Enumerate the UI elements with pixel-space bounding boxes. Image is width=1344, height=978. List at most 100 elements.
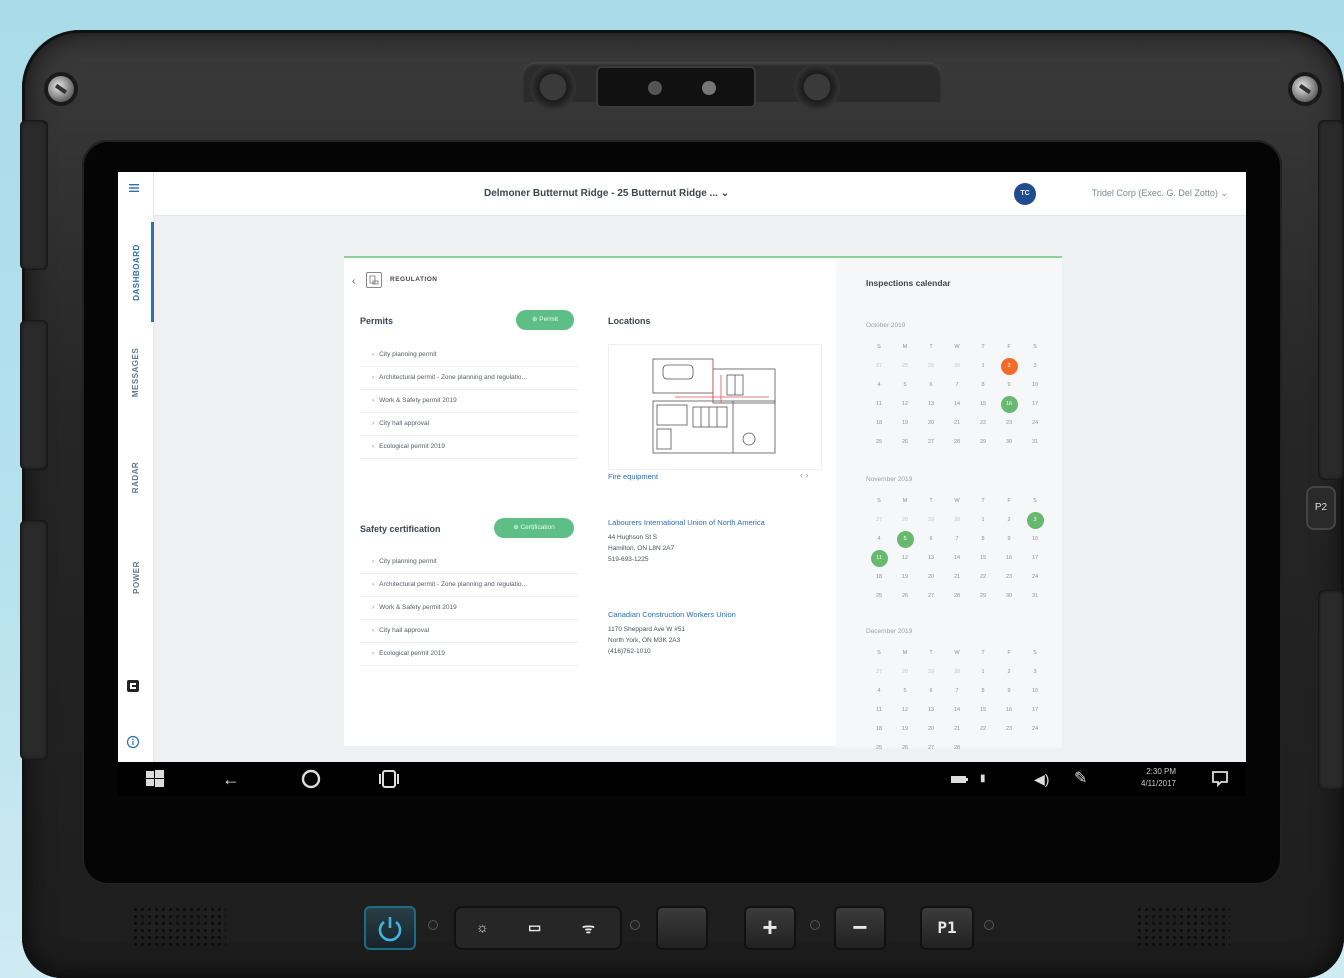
- calendar-day[interactable]: 29: [918, 357, 944, 376]
- calendar-day[interactable]: 29: [918, 511, 944, 530]
- pager-arrows-icon[interactable]: ‹ ›: [800, 470, 809, 480]
- calendar-day[interactable]: 3: [1022, 663, 1048, 682]
- tab-messages[interactable]: MESSAGES: [118, 332, 154, 412]
- calendar-day[interactable]: 5: [892, 682, 918, 701]
- calendar-day-inspection[interactable]: 5: [892, 530, 918, 549]
- help-icon[interactable]: [126, 735, 140, 749]
- home-button[interactable]: [656, 906, 708, 950]
- calendar-day[interactable]: 14: [944, 395, 970, 414]
- calendar-day[interactable]: 29: [970, 587, 996, 606]
- calendar-day[interactable]: 21: [944, 568, 970, 587]
- contact-link[interactable]: Canadian Construction Workers Union: [608, 610, 736, 619]
- list-item[interactable]: › City planning permit: [360, 344, 578, 367]
- volume-down-button[interactable]: −: [834, 906, 886, 950]
- calendar-day[interactable]: 7: [944, 530, 970, 549]
- calendar-day[interactable]: 1: [970, 357, 996, 376]
- calendar-day[interactable]: 6: [918, 376, 944, 395]
- network-icon[interactable]: ▮: [980, 768, 986, 790]
- calendar-day[interactable]: 10: [1022, 530, 1048, 549]
- calendar-day[interactable]: 30: [944, 511, 970, 530]
- org-selector[interactable]: Tridel Corp (Exec. G. Del Zotto) ⌄: [1092, 188, 1228, 199]
- calendar-day[interactable]: 28: [892, 663, 918, 682]
- list-item[interactable]: › Architectural permit - Zone planning an…: [360, 574, 578, 597]
- calendar-day[interactable]: 24: [1022, 720, 1048, 739]
- calendar-day[interactable]: 2: [996, 511, 1022, 530]
- p2-button[interactable]: P2: [1306, 486, 1336, 530]
- calendar-day[interactable]: 27: [866, 511, 892, 530]
- calendar-day[interactable]: 23: [996, 720, 1022, 739]
- calendar-day[interactable]: 28: [944, 739, 970, 758]
- calendar-day[interactable]: 30: [996, 433, 1022, 452]
- menu-icon[interactable]: [128, 182, 140, 197]
- calendar-day[interactable]: 29: [918, 663, 944, 682]
- calendar-day[interactable]: 25: [866, 739, 892, 758]
- calendar-day[interactable]: 17: [1022, 549, 1048, 568]
- calendar-day[interactable]: 7: [944, 376, 970, 395]
- calendar-day[interactable]: 22: [970, 720, 996, 739]
- calendar-day[interactable]: 4: [866, 530, 892, 549]
- back-icon[interactable]: ‹: [352, 276, 355, 287]
- calendar-day[interactable]: 11: [866, 395, 892, 414]
- calendar-day[interactable]: 20: [918, 414, 944, 433]
- calendar-day[interactable]: 11: [866, 701, 892, 720]
- add-permit-button[interactable]: ⊕ Permit: [516, 310, 574, 330]
- plan-caption-link[interactable]: Fire equipment: [608, 472, 658, 481]
- calendar-day[interactable]: 17: [1022, 701, 1048, 720]
- calendar-day[interactable]: 2: [996, 663, 1022, 682]
- tab-radar[interactable]: RADAR: [118, 442, 154, 512]
- calendar-day[interactable]: 13: [918, 701, 944, 720]
- calendar-day[interactable]: 10: [1022, 376, 1048, 395]
- project-selector[interactable]: Delmoner Butternut Ridge - 25 Butternut …: [484, 188, 729, 199]
- calendar-day[interactable]: 27: [918, 587, 944, 606]
- calendar-day[interactable]: 25: [866, 433, 892, 452]
- calendar-day[interactable]: 22: [970, 414, 996, 433]
- calendar-day[interactable]: 17: [1022, 395, 1048, 414]
- calendar-day[interactable]: 8: [970, 530, 996, 549]
- calendar-day[interactable]: 9: [996, 376, 1022, 395]
- calendar-day[interactable]: 1: [970, 511, 996, 530]
- calendar-day[interactable]: 27: [866, 663, 892, 682]
- home-circle-icon[interactable]: [300, 768, 322, 795]
- calendar-day[interactable]: 28: [892, 357, 918, 376]
- calendar-day[interactable]: 26: [892, 433, 918, 452]
- calendar-day[interactable]: 28: [944, 433, 970, 452]
- add-certification-button[interactable]: ⊕ Certification: [494, 518, 574, 538]
- calendar-day[interactable]: 4: [866, 376, 892, 395]
- tab-power[interactable]: POWER: [118, 542, 154, 612]
- calendar-day[interactable]: 7: [944, 682, 970, 701]
- calendar-day[interactable]: 21: [944, 720, 970, 739]
- volume-icon[interactable]: ◀): [1034, 768, 1049, 790]
- calendar-day[interactable]: 24: [1022, 414, 1048, 433]
- calendar-day-inspection-today[interactable]: 2: [996, 357, 1022, 376]
- calendar-day[interactable]: 27: [866, 357, 892, 376]
- tab-dashboard[interactable]: DASHBOARD: [118, 222, 154, 322]
- calendar-day[interactable]: 31: [1022, 587, 1048, 606]
- calendar-day[interactable]: 28: [944, 587, 970, 606]
- calendar-day[interactable]: 3: [1022, 357, 1048, 376]
- calendar-day[interactable]: 30: [996, 587, 1022, 606]
- calendar-day[interactable]: 22: [970, 568, 996, 587]
- calendar-day[interactable]: 20: [918, 720, 944, 739]
- calendar-day-inspection[interactable]: 11: [866, 549, 892, 568]
- list-item[interactable]: › Ecological permit 2019: [360, 643, 578, 666]
- calendar-day[interactable]: 1: [970, 663, 996, 682]
- calendar-day[interactable]: 12: [892, 701, 918, 720]
- calendar-day[interactable]: 26: [892, 739, 918, 758]
- clock[interactable]: 2:30 PM 4/11/2017: [1141, 766, 1176, 790]
- calendar-day[interactable]: 9: [996, 682, 1022, 701]
- calendar-day[interactable]: 27: [918, 739, 944, 758]
- calendar-day[interactable]: 9: [996, 530, 1022, 549]
- calendar-day[interactable]: 23: [996, 568, 1022, 587]
- list-item[interactable]: › Work & Safety permit 2019: [360, 390, 578, 413]
- calendar-day[interactable]: 15: [970, 549, 996, 568]
- p1-button[interactable]: P1: [920, 906, 974, 950]
- pen-icon[interactable]: ✎: [1074, 768, 1087, 790]
- list-item[interactable]: › Architectural permit - Zone planning an…: [360, 367, 578, 390]
- calendar-day[interactable]: 8: [970, 682, 996, 701]
- calendar-day[interactable]: 26: [892, 587, 918, 606]
- task-view-icon[interactable]: [378, 768, 400, 795]
- calendar-day[interactable]: 30: [944, 663, 970, 682]
- list-item[interactable]: › Work & Safety permit 2019: [360, 597, 578, 620]
- windows-start-icon[interactable]: [144, 768, 166, 795]
- calendar-day[interactable]: 12: [892, 395, 918, 414]
